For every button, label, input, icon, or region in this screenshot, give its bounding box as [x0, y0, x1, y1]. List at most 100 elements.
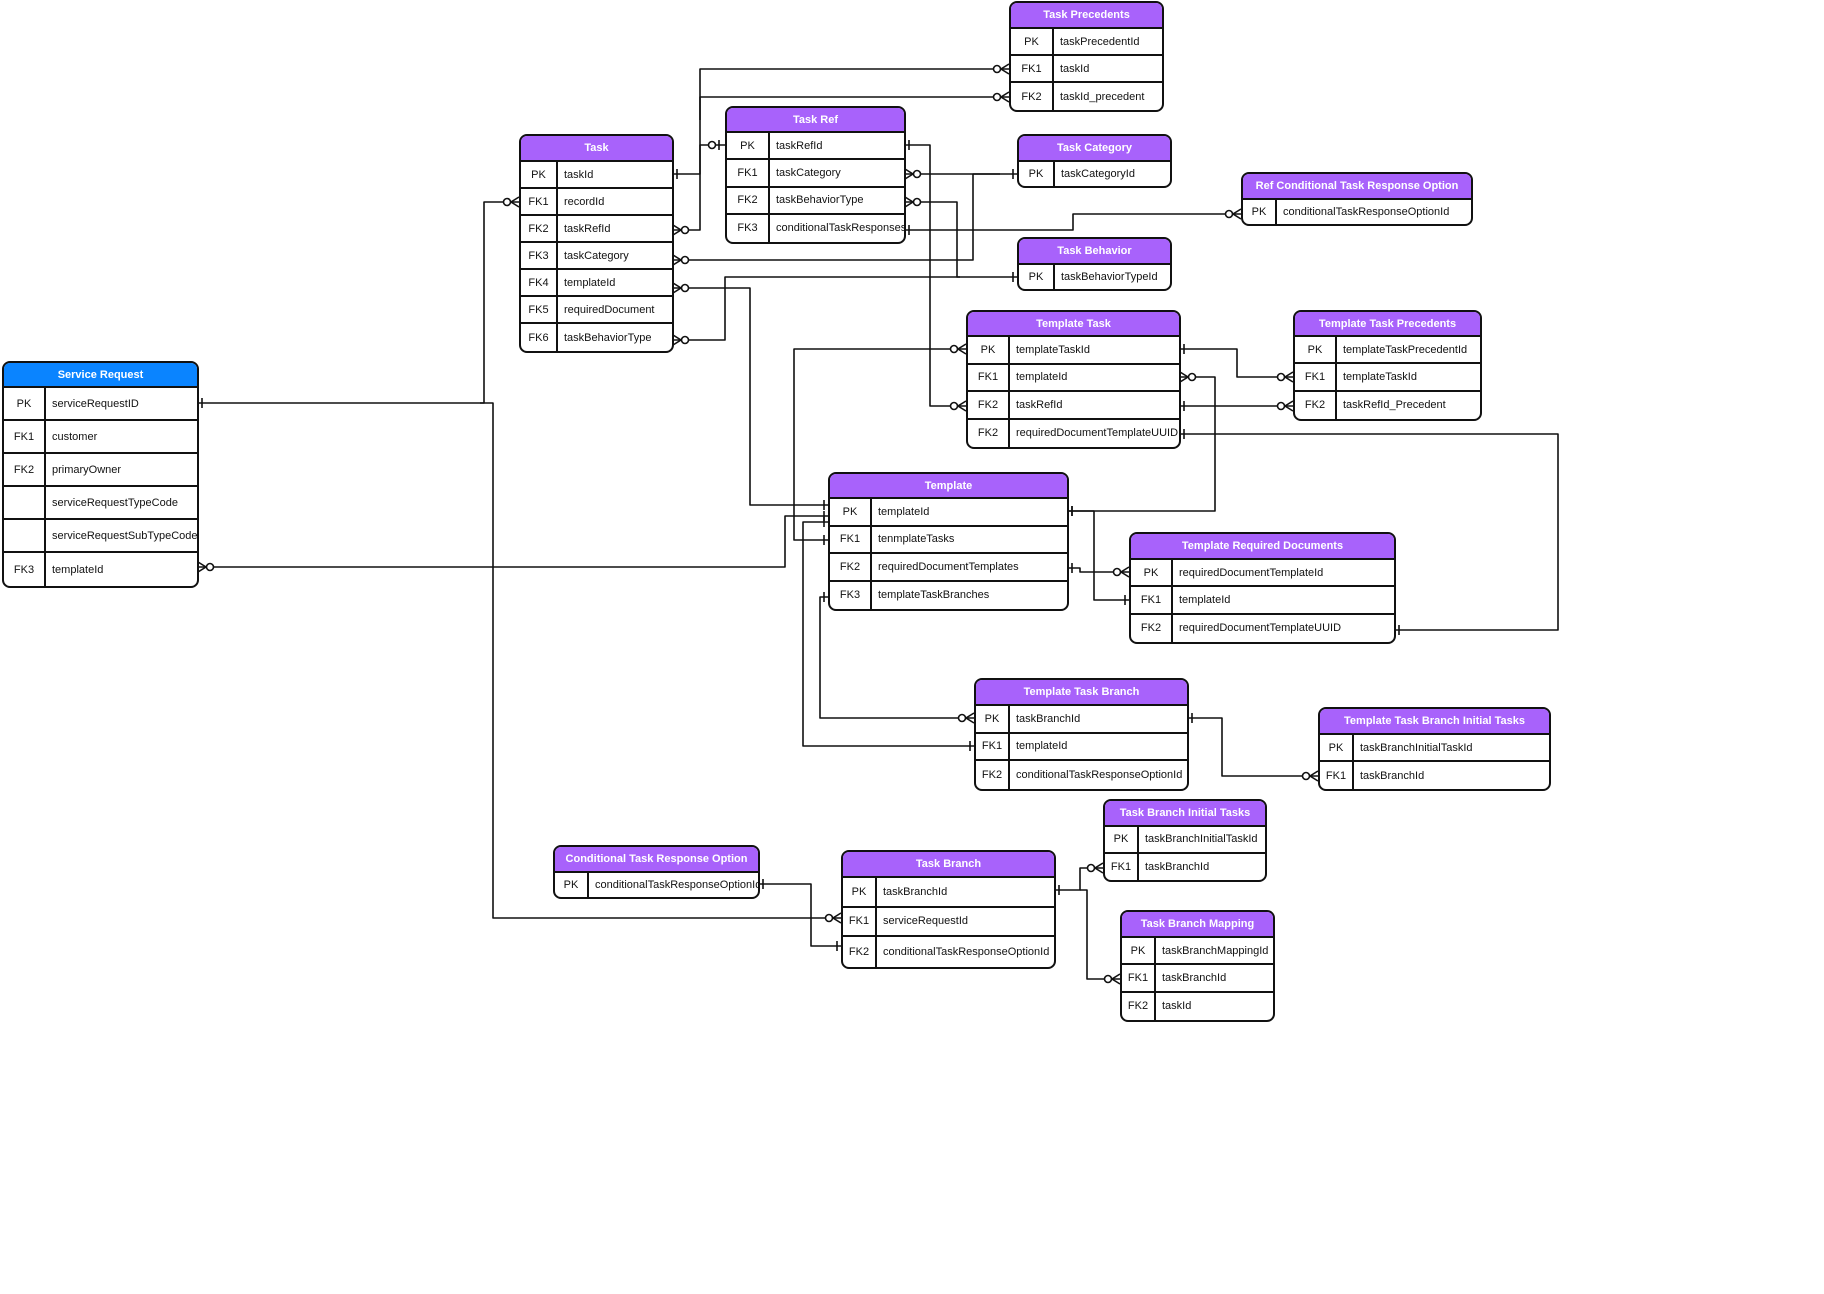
table-task-branch-initial[interactable]: Task Branch Initial Tasks PK taskBranchIni… [1103, 799, 1267, 882]
field-name: serviceRequestID [52, 397, 139, 410]
key-cell: PK [555, 873, 589, 897]
table-task-branch[interactable]: Task Branch PK taskBranchId FK1 serviceReque… [841, 850, 1056, 969]
table-row: PK templateTaskPrecedentId [1295, 337, 1480, 365]
field-name: requiredDocumentTemplateUUID [1016, 427, 1179, 440]
table-task-category[interactable]: Task Category PK taskCategoryId [1017, 134, 1172, 188]
key-cell: FK3 [830, 581, 872, 609]
table-row: FK1 serviceRequestId [843, 907, 1054, 938]
key-cell: PK [521, 162, 558, 187]
table-row: PK conditionalTaskResponseOptionId [1243, 200, 1471, 224]
field-name: taskCategoryId [1061, 168, 1135, 180]
key-cell: FK3 [521, 243, 558, 268]
key-cell: PK [1243, 200, 1277, 224]
table-row: PK taskBranchMappingId [1122, 938, 1273, 966]
table-ref-conditional[interactable]: Ref Conditional Task Response Option PK co… [1241, 172, 1473, 226]
field-name: primaryOwner [52, 463, 122, 476]
field-name: taskBranchId [1360, 769, 1425, 782]
field-name: conditionalTaskResponseOptionId [1016, 769, 1183, 782]
field-name: taskBranchId [1162, 971, 1227, 984]
field-name: requiredDocumentTemplates [878, 560, 1019, 573]
field-name: recordId [564, 195, 605, 208]
field-name: customer [52, 430, 98, 443]
zero-cardinality-icon [912, 169, 922, 179]
table-row: FK1 taskBranchId [1105, 853, 1265, 880]
key-cell: FK1 [843, 907, 877, 936]
field-name: templateId [564, 276, 616, 289]
field-name: taskId [1162, 1000, 1192, 1013]
key-cell: FK1 [1011, 56, 1054, 81]
field-name: requiredDocumentTemplateUUID [1179, 622, 1342, 635]
table-service-request[interactable]: Service Request PK serviceRequestID FK1 cust… [2, 361, 199, 588]
field-name: conditionalTaskResponses [776, 222, 906, 235]
field-name: taskBranchInitialTaskId [1360, 741, 1473, 754]
table-template[interactable]: Template PK templateId FK1 tenmplateTasks FK2… [828, 472, 1069, 611]
zero-cardinality-icon [1103, 974, 1113, 984]
table-row: FK3 templateId [4, 553, 197, 586]
key-cell: FK3 [4, 553, 46, 586]
key-cell: FK2 [976, 761, 1010, 789]
relationship-line [1180, 348, 1293, 378]
table-row: FK1 templateId [968, 364, 1179, 392]
relationship-lines [197, 63, 1559, 985]
key-cell: FK4 [521, 270, 558, 295]
field-name: taskId [1060, 62, 1090, 75]
table-row: FK2 primaryOwner [4, 454, 197, 487]
zero-cardinality-icon [680, 225, 690, 235]
key-cell: FK1 [1105, 853, 1139, 880]
field-name: templateTaskId [1016, 343, 1090, 356]
zero-cardinality-icon [680, 255, 690, 265]
field-name: taskBranchInitialTaskId [1145, 833, 1258, 846]
key-cell: PK [727, 133, 770, 159]
table-template-required-documents[interactable]: Template Required Documents PK requiredDoc… [1129, 532, 1396, 644]
table-task-ref[interactable]: Task Ref PK taskRefId FK1 taskCategory FK2 tas… [725, 106, 906, 244]
key-cell: PK [4, 388, 46, 419]
table-row: FK6 taskBehaviorType [521, 324, 672, 351]
zero-cardinality-icon [992, 92, 1002, 102]
zero-cardinality-icon [1301, 771, 1311, 781]
relationship-line [1068, 510, 1129, 601]
table-template-task-precedents[interactable]: Template Task Precedents PK templateTaskPr… [1293, 310, 1482, 421]
table-row: FK4 templateId [521, 270, 672, 297]
table-template-task-branch[interactable]: Template Task Branch PK taskBranchId FK1 tem… [974, 678, 1189, 791]
key-cell: PK [843, 878, 877, 906]
table-row: serviceRequestTypeCode [4, 487, 197, 520]
field-name: serviceRequestTypeCode [52, 496, 178, 509]
table-row: PK taskBranchId [976, 706, 1187, 734]
key-cell: PK [1019, 162, 1055, 186]
field-name: templateId [1016, 740, 1068, 753]
key-cell: FK1 [968, 364, 1010, 390]
relationship-line [905, 201, 1017, 278]
table-title: Service Request [4, 363, 197, 388]
table-row: FK1 tenmplateTasks [830, 526, 1067, 554]
key-cell: FK2 [843, 937, 877, 967]
table-title: Task Branch Initial Tasks [1105, 801, 1265, 827]
field-name: requiredDocumentTemplateId [1179, 566, 1324, 579]
table-title: Template Required Documents [1131, 534, 1394, 560]
table-task-precedents[interactable]: Task Precedents PK taskPrecedentId FK1 taskI… [1009, 1, 1164, 112]
table-task[interactable]: Task PK taskId FK1 recordId FK2 taskRefId FK3 ta… [519, 134, 674, 353]
key-cell: FK2 [968, 392, 1010, 418]
table-template-task-branch-initial[interactable]: Template Task Branch Initial Tasks PK task… [1318, 707, 1551, 791]
table-title: Template Task Branch [976, 680, 1187, 706]
table-task-branch-mapping[interactable]: Task Branch Mapping PK taskBranchMappingId… [1120, 910, 1275, 1022]
table-row: PK templateId [830, 499, 1067, 527]
key-cell: PK [1105, 827, 1139, 852]
field-name: tenmplateTasks [878, 533, 955, 546]
field-name: taskBranchId [883, 885, 948, 898]
table-row: FK1 customer [4, 421, 197, 454]
table-row: FK1 taskId [1011, 56, 1162, 83]
table-row: PK conditionalTaskResponseOptionId [555, 873, 758, 897]
table-row: FK1 templateTaskId [1295, 364, 1480, 392]
table-conditional-option[interactable]: Conditional Task Response Option PK condit… [553, 845, 760, 899]
field-name: taskId [564, 168, 594, 181]
zero-cardinality-icon [824, 913, 834, 923]
field-name: taskCategory [776, 166, 841, 179]
field-name: templateTaskId [1343, 370, 1417, 383]
relationship-line [1080, 889, 1120, 980]
table-task-behavior[interactable]: Task Behavior PK taskBehaviorTypeId [1017, 237, 1172, 291]
table-template-task[interactable]: Template Task PK templateTaskId FK1 template… [966, 310, 1181, 449]
key-cell: FK2 [1011, 83, 1054, 110]
relationship-line [1055, 867, 1103, 891]
key-cell: FK2 [727, 187, 770, 213]
field-name: serviceRequestSubTypeCode [52, 529, 198, 542]
